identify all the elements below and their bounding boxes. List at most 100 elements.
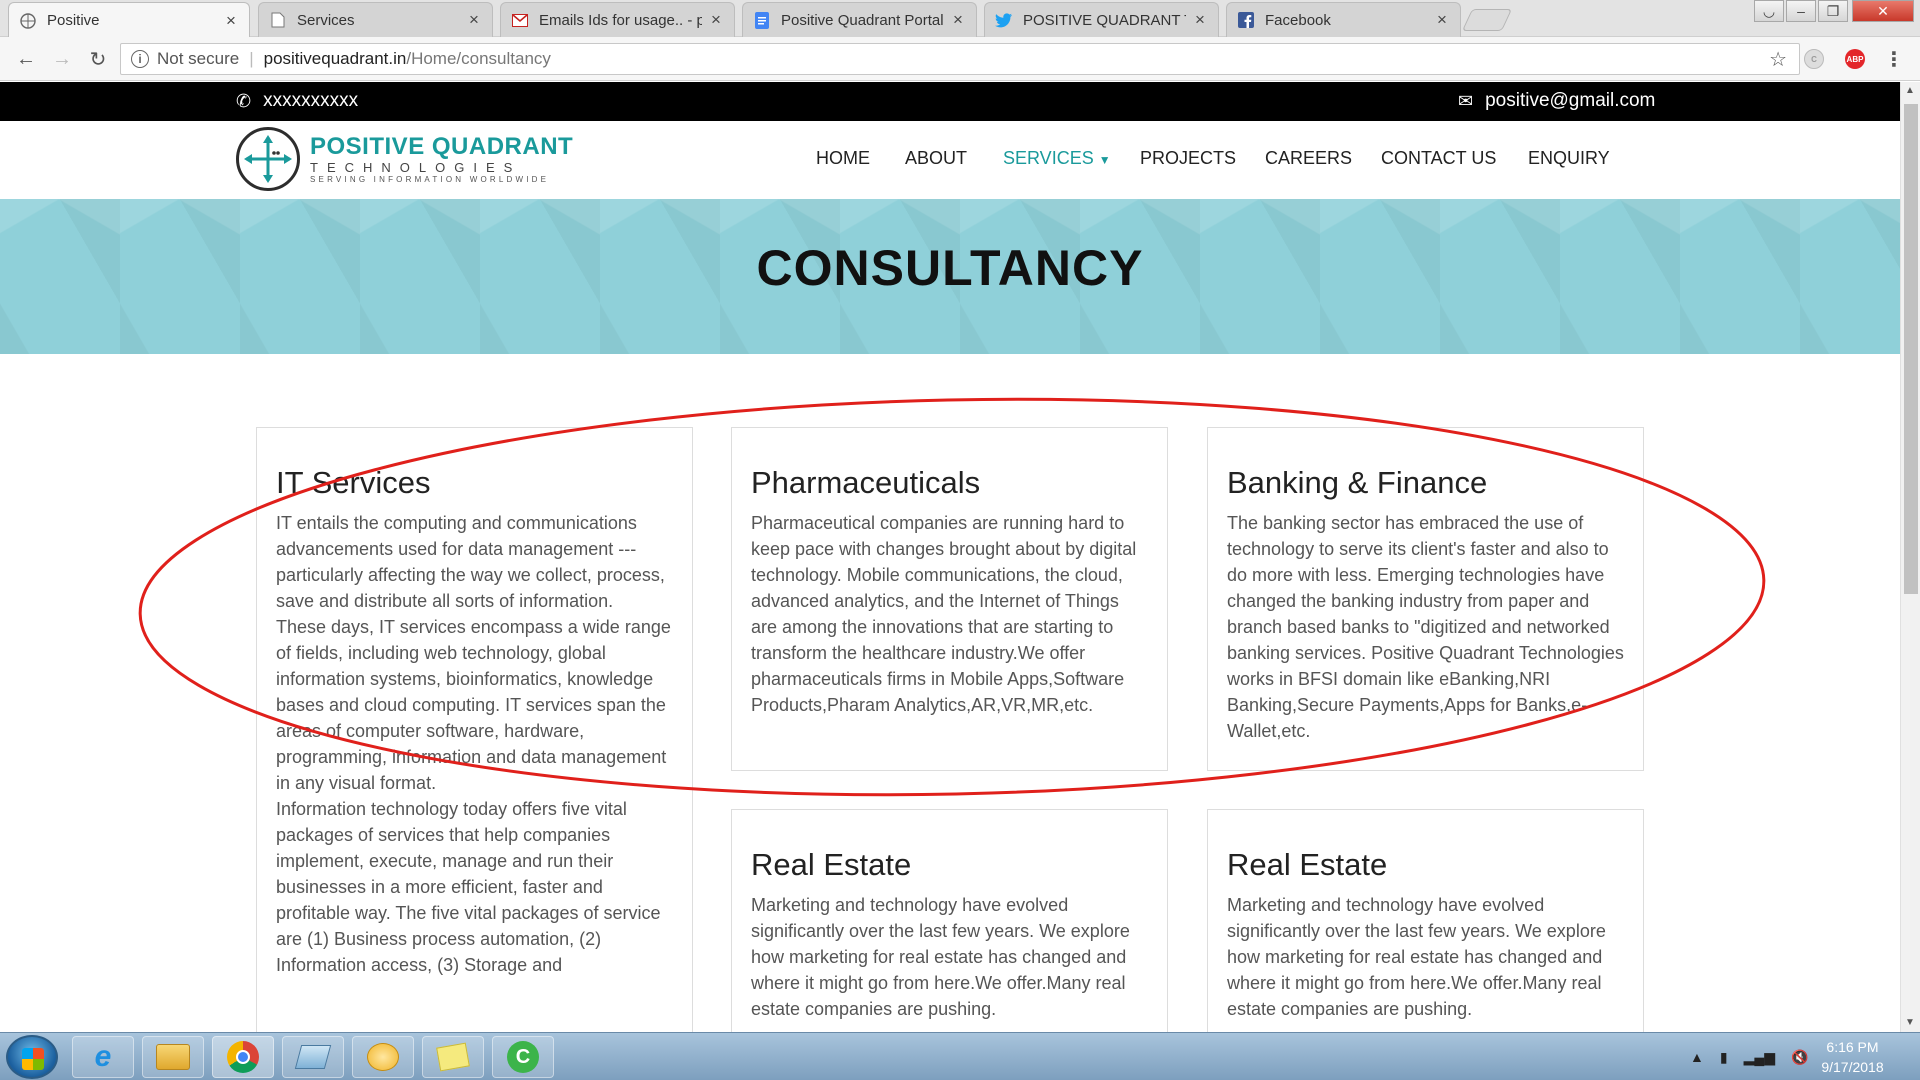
close-tab-icon[interactable]: × <box>466 10 482 30</box>
sticky-notes-icon[interactable] <box>422 1036 484 1078</box>
green-c-app-icon[interactable]: C <box>492 1036 554 1078</box>
url-path: /Home/consultancy <box>406 49 551 68</box>
close-tab-icon[interactable]: × <box>223 11 239 31</box>
facebook-icon <box>1237 11 1255 29</box>
restore-icon[interactable]: ❐ <box>1818 0 1848 22</box>
internet-explorer-icon[interactable]: e <box>72 1036 134 1078</box>
card-title: Real Estate <box>751 847 912 882</box>
card-title: Pharmaceuticals <box>751 465 981 500</box>
close-tab-icon[interactable]: × <box>708 10 724 30</box>
network-icon[interactable]: ▂▄▆ <box>1744 1049 1775 1066</box>
tab-portal[interactable]: Positive Quadrant Portal × <box>742 2 977 37</box>
back-icon[interactable]: ← <box>12 45 40 73</box>
nav-projects[interactable]: PROJECTS <box>1140 148 1236 169</box>
divider: | <box>249 49 254 68</box>
caret-down-icon: ▼ <box>1098 153 1111 167</box>
outlook-icon[interactable] <box>352 1036 414 1078</box>
card-title: Banking & Finance <box>1227 465 1488 500</box>
card-body: IT entails the computing and communicati… <box>276 513 671 975</box>
tab-facebook[interactable]: Facebook × <box>1226 2 1461 37</box>
info-icon[interactable]: i <box>131 50 149 68</box>
contact-bar: ✆ xxxxxxxxxx ✉ positive@gmail.com <box>0 82 1900 121</box>
tab-services[interactable]: Services × <box>258 2 493 37</box>
reload-icon[interactable]: ↻ <box>84 45 112 73</box>
tab-positive[interactable]: Positive × <box>8 2 250 38</box>
clock-date: 9/17/2018 <box>1821 1059 1884 1075</box>
nav-about[interactable]: ABOUT <box>905 148 967 169</box>
menu-icon[interactable]: ⋮ <box>1884 49 1904 71</box>
page-title: CONSULTANCY <box>756 240 1144 296</box>
tab-title: Emails Ids for usage.. - pc <box>539 11 702 29</box>
chrome-icon[interactable] <box>212 1036 274 1078</box>
close-tab-icon[interactable]: × <box>1192 10 1208 30</box>
tab-emails[interactable]: Emails Ids for usage.. - pc × <box>500 2 735 37</box>
card-real-estate: Real Estate Marketing and technology hav… <box>731 809 1168 1032</box>
windows-taskbar: e C ▲ ▮ ▂▄▆ 🔇 6:16 PM 9/17/2018 <box>0 1032 1920 1080</box>
nav-home[interactable]: HOME <box>816 148 870 169</box>
phone-info: ✆ xxxxxxxxxx <box>236 90 358 112</box>
extension-c-icon[interactable]: C <box>1804 49 1824 69</box>
page-viewport: ✆ xxxxxxxxxx ✉ positive@gmail.com POSITI… <box>0 82 1900 1032</box>
tab-title: Services <box>297 11 355 29</box>
adblock-icon[interactable]: ABP <box>1845 49 1865 69</box>
battery-icon[interactable]: ▮ <box>1720 1049 1728 1066</box>
card-pharmaceuticals: Pharmaceuticals Pharmaceutical companies… <box>731 427 1168 771</box>
page-icon <box>269 11 287 29</box>
card-body: Marketing and technology have evolved si… <box>751 895 1130 1019</box>
tab-title: Positive <box>47 12 100 29</box>
tab-title: POSITIVE QUADRANT TE <box>1023 11 1186 29</box>
email-address: positive@gmail.com <box>1485 90 1656 111</box>
card-real-estate-2: Real Estate Marketing and technology hav… <box>1207 809 1644 1032</box>
phone-number: xxxxxxxxxx <box>263 90 359 111</box>
browser-toolbar: ← → ↻ i Not secure | positivequadrant.in… <box>0 37 1920 81</box>
system-clock[interactable]: 6:16 PM 9/17/2018 <box>1800 1037 1905 1077</box>
card-body: The banking sector has embraced the use … <box>1227 513 1624 741</box>
globe-icon <box>19 12 37 30</box>
show-hidden-icons[interactable]: ▲ <box>1690 1049 1704 1065</box>
gmail-icon <box>511 11 529 29</box>
start-button[interactable] <box>6 1035 58 1079</box>
tab-title: Facebook <box>1265 11 1331 29</box>
card-banking-finance: Banking & Finance The banking sector has… <box>1207 427 1644 771</box>
nav-contact-us[interactable]: CONTACT US <box>1381 148 1496 169</box>
site-header: POSITIVE QUADRANT TECHNOLOGIES SERVING I… <box>0 121 1900 199</box>
close-window-icon[interactable]: ✕ <box>1852 0 1914 22</box>
windows-logo-icon <box>22 1048 44 1070</box>
main-nav: HOME ABOUT SERVICES ▼ PROJECTS CAREERS C… <box>0 121 1900 199</box>
card-title: Real Estate <box>1227 847 1388 882</box>
notepad-icon[interactable] <box>282 1036 344 1078</box>
minimize-icon[interactable]: – <box>1786 0 1816 22</box>
new-tab-button[interactable] <box>1461 9 1513 31</box>
tab-twitter[interactable]: POSITIVE QUADRANT TE × <box>984 2 1219 37</box>
close-tab-icon[interactable]: × <box>950 10 966 30</box>
address-bar[interactable]: i Not secure | positivequadrant.in/Home/… <box>120 43 1800 75</box>
docs-icon <box>753 11 771 29</box>
user-icon[interactable]: ◡ <box>1754 0 1784 22</box>
card-title: IT Services <box>276 465 431 500</box>
page-scrollbar[interactable]: ▲ ▼ <box>1900 82 1920 1032</box>
card-body: Marketing and technology have evolved si… <box>1227 895 1606 1019</box>
bookmark-star-icon[interactable]: ☆ <box>1769 47 1787 72</box>
twitter-icon <box>995 11 1013 29</box>
nav-services[interactable]: SERVICES ▼ <box>1003 148 1111 169</box>
forward-icon[interactable]: → <box>48 45 76 73</box>
card-it-services: IT Services IT entails the computing and… <box>256 427 693 1032</box>
card-body: Pharmaceutical companies are running har… <box>751 513 1137 715</box>
email-info[interactable]: ✉ positive@gmail.com <box>1458 90 1655 112</box>
nav-services-label: SERVICES <box>1003 148 1094 168</box>
page-banner: CONSULTANCY <box>0 199 1900 354</box>
scrollbar-thumb[interactable] <box>1904 104 1918 594</box>
scroll-down-icon[interactable]: ▼ <box>1905 1017 1915 1028</box>
phone-icon: ✆ <box>236 90 252 111</box>
url-host: positivequadrant.in <box>263 49 407 68</box>
envelope-icon: ✉ <box>1458 90 1474 111</box>
nav-careers[interactable]: CAREERS <box>1265 148 1352 169</box>
security-label: Not secure <box>157 49 240 68</box>
tab-title: Positive Quadrant Portal <box>781 11 944 29</box>
clock-time: 6:16 PM <box>1826 1039 1879 1055</box>
tab-strip: Positive × Services × Emails Ids for usa… <box>0 0 1920 38</box>
close-tab-icon[interactable]: × <box>1434 10 1450 30</box>
nav-enquiry[interactable]: ENQUIRY <box>1528 148 1610 169</box>
file-explorer-icon[interactable] <box>142 1036 204 1078</box>
scroll-up-icon[interactable]: ▲ <box>1905 85 1915 96</box>
